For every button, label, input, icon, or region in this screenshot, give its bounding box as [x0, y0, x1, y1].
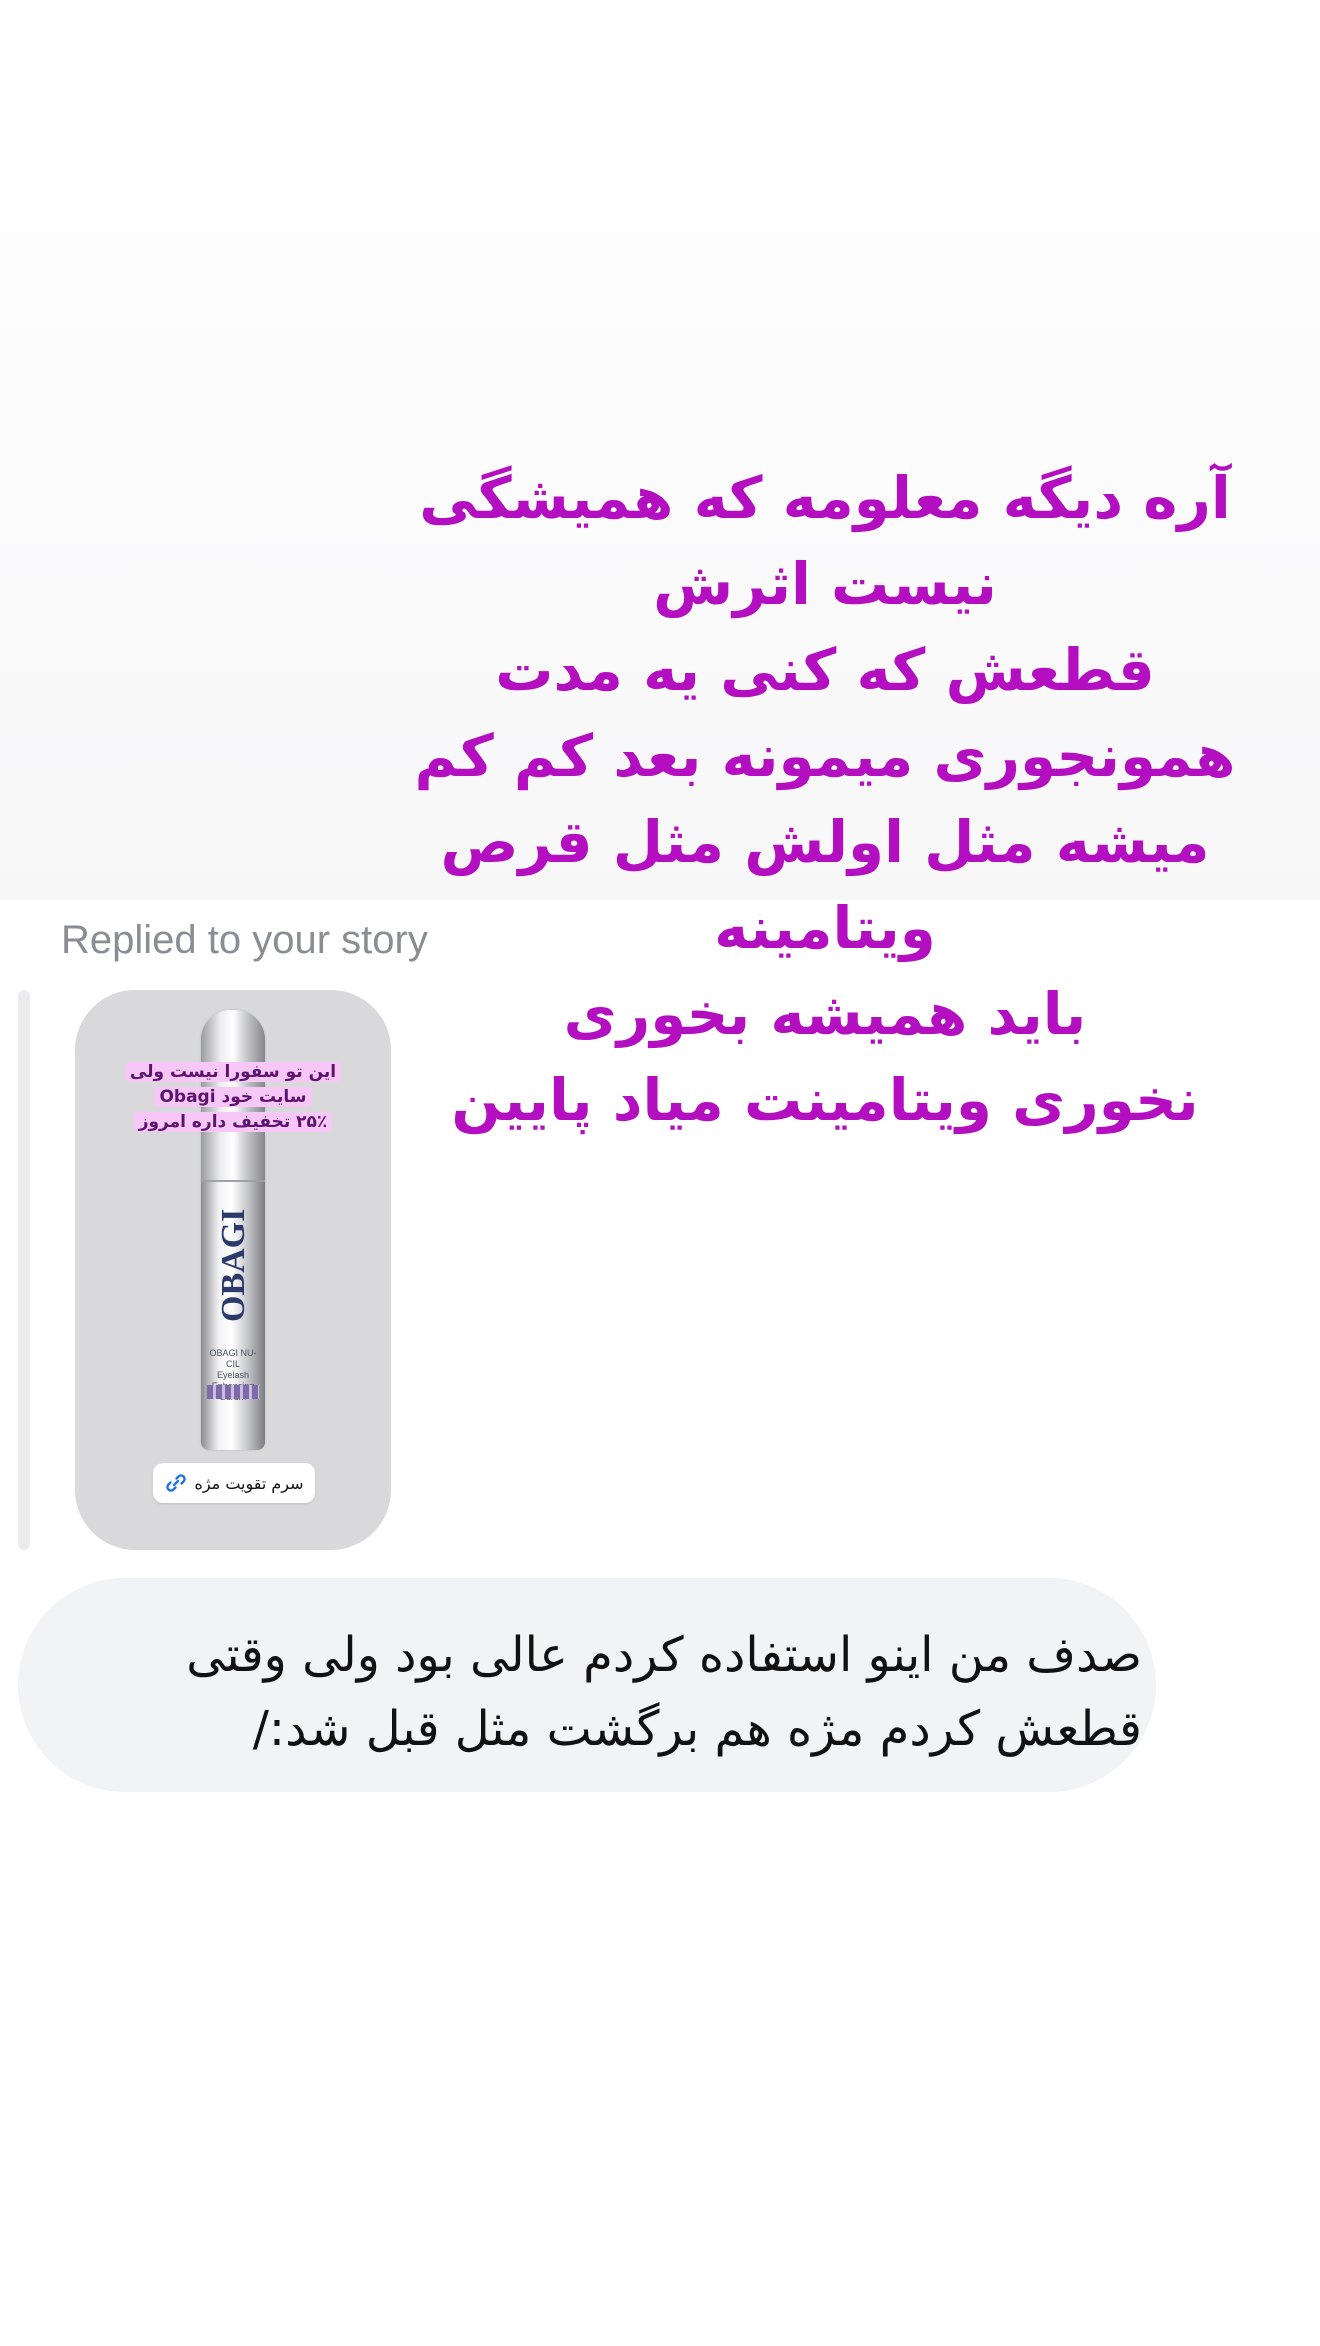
- overlay-line: آره دیگه معلومه که همیشگی: [419, 464, 1231, 532]
- link-sticker[interactable]: سرم تقویت مژه: [153, 1463, 315, 1503]
- overlay-line: نیست اثرش: [653, 550, 997, 618]
- story-reply-overlay-text: آره دیگه معلومه که همیشگی نیست اثرش قطعش…: [365, 455, 1285, 1143]
- product-brand: OBAGI: [215, 1208, 252, 1322]
- sticker-line: سایت خود Obagi: [154, 1087, 312, 1107]
- story-thumbnail[interactable]: OBAGI OBAGI NU-CIL Eyelash Enhancing Ser…: [75, 990, 391, 1550]
- story-text-sticker: این تو سفورا نیست ولی سایت خود Obagi ۲۵٪…: [120, 1060, 346, 1135]
- overlay-line: همونجوری میمونه بعد کم کم: [414, 722, 1236, 790]
- link-sticker-label: سرم تقویت مژه: [194, 1473, 304, 1493]
- sticker-line: ۲۵٪ تخفیف داره امروز: [133, 1112, 333, 1132]
- message-bubble[interactable]: صدف من اینو استفاده کردم عالی بود ولی وق…: [18, 1578, 1156, 1792]
- sticker-line: این تو سفورا نیست ولی: [124, 1062, 342, 1082]
- message-text: صدف من اینو استفاده کردم عالی بود ولی وق…: [62, 1618, 1142, 1766]
- reply-indicator-bar: [18, 990, 30, 1550]
- overlay-line: قطعش که کنی یه مدت: [495, 636, 1155, 704]
- product-name: OBAGI NU-CIL: [209, 1348, 257, 1369]
- message-line: قطعش کردم مژه هم برگشت مثل قبل شد:/: [252, 1701, 1142, 1757]
- link-icon: [164, 1471, 188, 1495]
- product-stripe: [207, 1385, 259, 1399]
- message-line: صدف من اینو استفاده کردم عالی بود ولی وق…: [186, 1627, 1142, 1683]
- replied-to-story-label: Replied to your story: [61, 918, 428, 962]
- overlay-line: نخوری ویتامینت میاد پایین: [451, 1066, 1199, 1134]
- overlay-line: میشه مثل اولش مثل قرص: [440, 808, 1210, 876]
- overlay-line: ویتامینه: [714, 894, 936, 962]
- overlay-line: باید همیشه بخوری: [563, 980, 1087, 1048]
